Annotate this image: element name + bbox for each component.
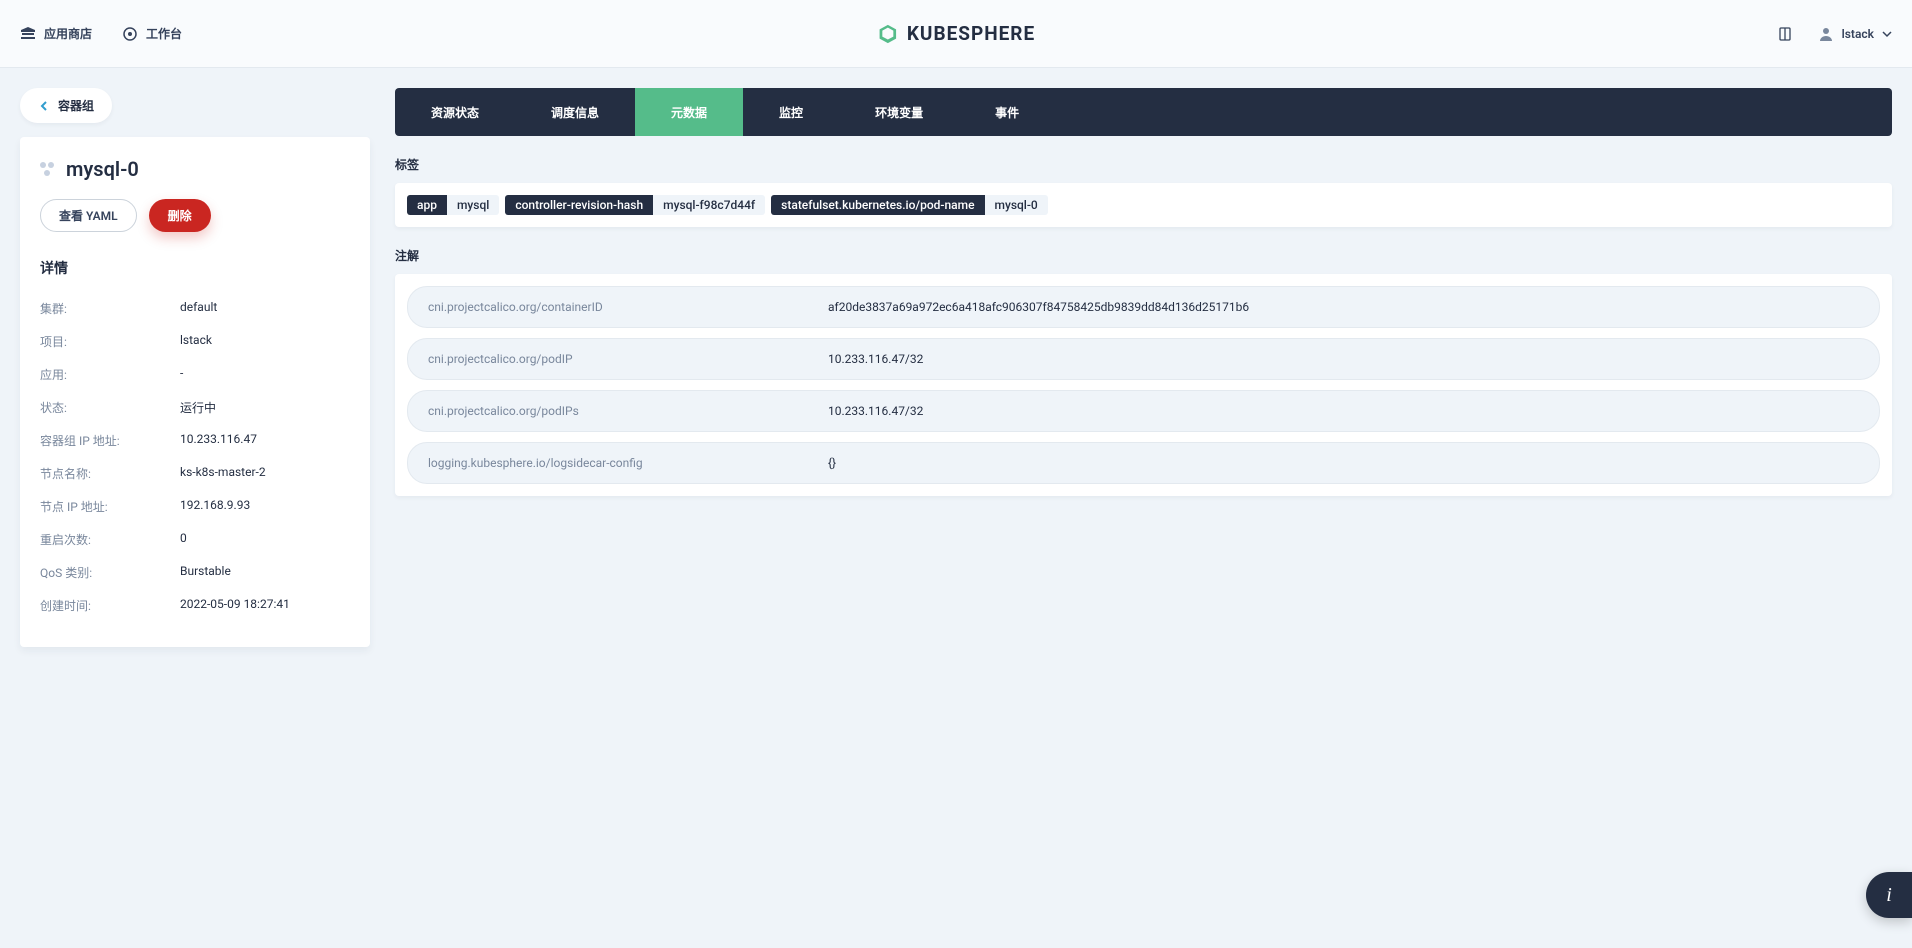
label-pill: controller-revision-hashmysql-f98c7d44f (505, 195, 765, 215)
button-row: 查看 YAML 删除 (40, 199, 350, 232)
annotation-value: {} (828, 456, 836, 470)
detail-value: 0 (180, 531, 187, 548)
annotation-value: af20de3837a69a972ec6a418afc906307f847584… (828, 300, 1249, 314)
topbar-right: lstack (1777, 26, 1892, 42)
detail-key: QoS 类别: (40, 564, 180, 581)
tab-元数据[interactable]: 元数据 (635, 88, 743, 136)
detail-row: 状态:运行中 (40, 391, 350, 424)
tab-事件[interactable]: 事件 (959, 88, 1055, 136)
user-icon (1818, 26, 1834, 42)
detail-value: 10.233.116.47 (180, 432, 257, 449)
delete-button[interactable]: 删除 (149, 199, 211, 232)
detail-value: Burstable (180, 564, 231, 581)
detail-key: 应用: (40, 366, 180, 383)
workbench-icon (122, 26, 138, 42)
user-name: lstack (1842, 27, 1874, 41)
annotations-panel: cni.projectcalico.org/containerIDaf20de3… (395, 274, 1892, 496)
detail-key: 节点名称: (40, 465, 180, 482)
annotation-key: cni.projectcalico.org/containerID (428, 300, 828, 314)
tab-资源状态[interactable]: 资源状态 (395, 88, 515, 136)
annotation-value: 10.233.116.47/32 (828, 352, 923, 366)
detail-row: 容器组 IP 地址:10.233.116.47 (40, 424, 350, 457)
label-pill: appmysql (407, 195, 499, 215)
layout: 容器组 mysql-0 查看 YAML 删除 详情 集群:default项目:l… (0, 68, 1912, 667)
detail-list: 集群:default项目:lstack应用:-状态:运行中容器组 IP 地址:1… (40, 292, 350, 622)
brand: KUBESPHERE (877, 22, 1035, 45)
detail-row: 节点 IP 地址:192.168.9.93 (40, 490, 350, 523)
detail-key: 状态: (40, 399, 180, 416)
brand-text: KUBESPHERE (907, 22, 1035, 45)
annotation-item: cni.projectcalico.org/containerIDaf20de3… (407, 286, 1880, 328)
detail-value: ks-k8s-master-2 (180, 465, 266, 482)
detail-row: 创建时间:2022-05-09 18:27:41 (40, 589, 350, 622)
detail-row: 节点名称:ks-k8s-master-2 (40, 457, 350, 490)
detail-value: 运行中 (180, 399, 216, 416)
topbar: 应用商店 工作台 KUBESPHERE lstack (0, 0, 1912, 68)
tab-调度信息[interactable]: 调度信息 (515, 88, 635, 136)
details-title: 详情 (40, 258, 350, 278)
detail-key: 集群: (40, 300, 180, 317)
chevron-down-icon (1882, 29, 1892, 39)
labels-panel: appmysql controller-revision-hashmysql-f9… (395, 183, 1892, 227)
help-fab[interactable]: i (1866, 872, 1912, 918)
tab-监控[interactable]: 监控 (743, 88, 839, 136)
detail-key: 重启次数: (40, 531, 180, 548)
annotation-key: cni.projectcalico.org/podIPs (428, 404, 828, 418)
detail-value: 192.168.9.93 (180, 498, 250, 515)
brand-icon (877, 23, 899, 45)
tabs: 资源状态调度信息元数据监控环境变量事件 (395, 88, 1892, 136)
labels-row: appmysql controller-revision-hashmysql-f9… (407, 195, 1880, 215)
annotation-key: cni.projectcalico.org/podIP (428, 352, 828, 366)
detail-value: lstack (180, 333, 212, 350)
labels-title: 标签 (395, 156, 1892, 173)
app-store-label: 应用商店 (44, 25, 92, 42)
pod-title-row: mysql-0 (40, 157, 350, 181)
detail-key: 项目: (40, 333, 180, 350)
workbench-link[interactable]: 工作台 (122, 25, 182, 42)
app-store-icon (20, 26, 36, 42)
detail-key: 创建时间: (40, 597, 180, 614)
main-panel: 资源状态调度信息元数据监控环境变量事件 标签 appmysql controlle… (395, 88, 1892, 647)
notebook-icon[interactable] (1777, 26, 1793, 42)
help-icon: i (1886, 884, 1892, 907)
annotation-key: logging.kubesphere.io/logsidecar-config (428, 456, 828, 470)
pod-title: mysql-0 (66, 157, 139, 181)
label-key: statefulset.kubernetes.io/pod-name (771, 195, 984, 215)
tab-环境变量[interactable]: 环境变量 (839, 88, 959, 136)
annotation-item: logging.kubesphere.io/logsidecar-config{… (407, 442, 1880, 484)
detail-card: mysql-0 查看 YAML 删除 详情 集群:default项目:lstac… (20, 137, 370, 647)
back-link[interactable]: 容器组 (20, 88, 112, 123)
label-key: app (407, 195, 447, 215)
detail-value: default (180, 300, 217, 317)
user-menu[interactable]: lstack (1818, 26, 1892, 42)
label-key: controller-revision-hash (505, 195, 653, 215)
detail-value: 2022-05-09 18:27:41 (180, 597, 290, 614)
app-store-link[interactable]: 应用商店 (20, 25, 92, 42)
chevron-left-icon (38, 100, 50, 112)
detail-key: 节点 IP 地址: (40, 498, 180, 515)
label-value: mysql (447, 195, 499, 215)
detail-key: 容器组 IP 地址: (40, 432, 180, 449)
pod-icon (40, 162, 54, 176)
detail-row: 集群:default (40, 292, 350, 325)
label-pill: statefulset.kubernetes.io/pod-namemysql-… (771, 195, 1048, 215)
annotations-title: 注解 (395, 247, 1892, 264)
annotation-value: 10.233.116.47/32 (828, 404, 923, 418)
label-value: mysql-f98c7d44f (653, 195, 765, 215)
detail-row: 重启次数:0 (40, 523, 350, 556)
view-yaml-button[interactable]: 查看 YAML (40, 199, 137, 232)
label-value: mysql-0 (985, 195, 1048, 215)
side-panel: 容器组 mysql-0 查看 YAML 删除 详情 集群:default项目:l… (20, 88, 370, 647)
annotation-item: cni.projectcalico.org/podIPs10.233.116.4… (407, 390, 1880, 432)
topbar-left: 应用商店 工作台 (20, 25, 182, 42)
detail-row: 项目:lstack (40, 325, 350, 358)
detail-row: QoS 类别:Burstable (40, 556, 350, 589)
workbench-label: 工作台 (146, 25, 182, 42)
detail-value: - (180, 366, 183, 383)
annotation-item: cni.projectcalico.org/podIP10.233.116.47… (407, 338, 1880, 380)
back-label: 容器组 (58, 97, 94, 114)
detail-row: 应用:- (40, 358, 350, 391)
